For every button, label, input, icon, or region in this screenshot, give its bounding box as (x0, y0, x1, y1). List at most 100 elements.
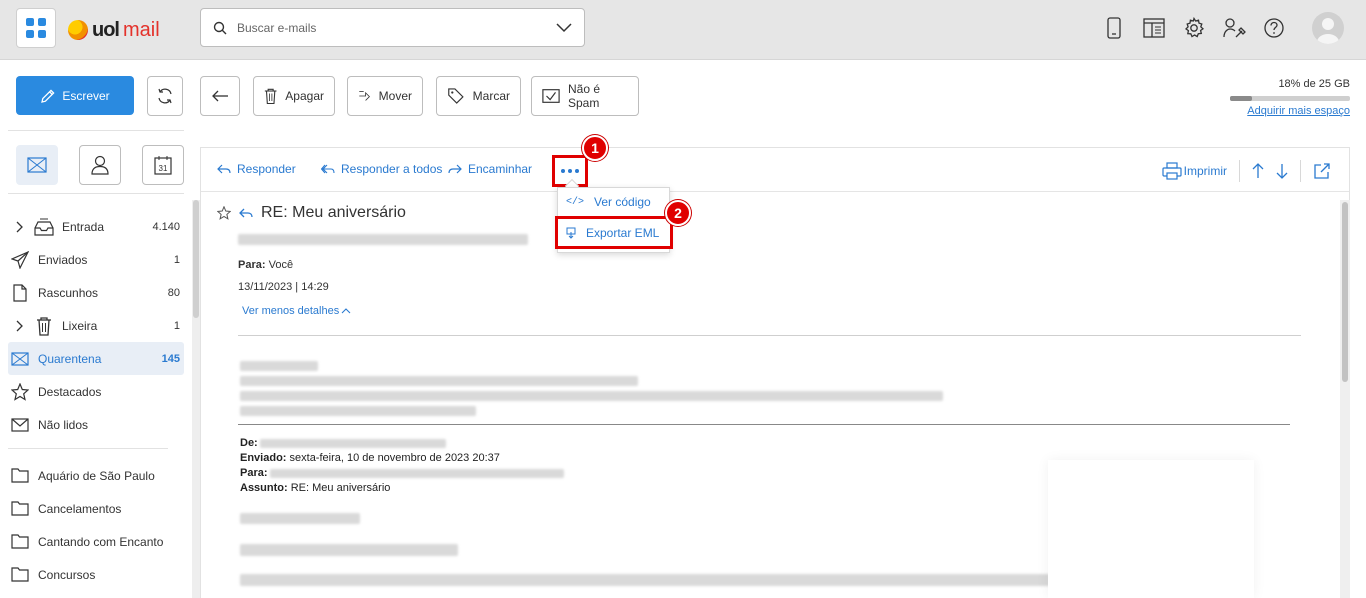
help-icon[interactable] (1262, 16, 1286, 40)
reply-all-button[interactable]: Responder a todos (321, 162, 442, 176)
export-eml-label: Exportar EML (586, 225, 660, 240)
logo-uol-text: uol (92, 18, 120, 41)
folder-starred[interactable]: Destacados (8, 375, 184, 408)
folder-label: Não lidos (38, 417, 89, 432)
code-icon: </> (566, 196, 585, 208)
body-redacted (240, 406, 476, 416)
custom-folder[interactable]: Concursos (8, 558, 184, 591)
folder-unread[interactable]: Não lidos (8, 408, 184, 441)
star-icon[interactable] (217, 206, 231, 220)
buy-more-space-link[interactable]: Adquirir mais espaço (1247, 105, 1350, 117)
recipient-line: Para: Você (238, 259, 293, 271)
folder-icon (10, 567, 30, 582)
custom-folder[interactable]: Cantando com Encanto (8, 525, 184, 558)
to-label: Para: (238, 259, 266, 271)
forward-label: Encaminhar (468, 162, 533, 176)
mark-button[interactable]: Marcar (436, 76, 521, 116)
more-dot (561, 169, 565, 173)
folder-count: 4.140 (152, 220, 180, 233)
refresh-button[interactable] (147, 76, 183, 116)
reply-all-icon (321, 164, 335, 174)
body-redacted (240, 513, 360, 524)
layout-icon[interactable] (1142, 16, 1166, 40)
folder-inbox[interactable]: Entrada 4.140 (8, 210, 184, 243)
compose-button[interactable]: Escrever (16, 76, 134, 115)
divider (8, 193, 184, 194)
folder-label: Cancelamentos (38, 501, 122, 516)
trash-icon (264, 88, 277, 105)
folder-trash[interactable]: Lixeira 1 (8, 309, 184, 342)
export-eml-item[interactable]: Exportar EML (555, 216, 673, 249)
folder-quarantine[interactable]: Quarentena 145 (8, 342, 184, 375)
body-redacted (240, 391, 943, 401)
not-spam-button[interactable]: Não é Spam (531, 76, 639, 116)
folder-icon (10, 468, 30, 483)
reply-label: Responder (237, 162, 296, 176)
arrow-down-icon[interactable] (1276, 163, 1288, 179)
compose-label: Escrever (62, 88, 110, 103)
folder-list: Entrada 4.140 Enviados 1 Rascunhos 80 Li… (8, 210, 184, 591)
uol-ball-icon (68, 20, 88, 40)
view-source-item[interactable]: </> Ver código (558, 188, 669, 216)
folder-label: Cantando com Encanto (38, 534, 164, 549)
search-box[interactable] (200, 8, 585, 47)
sender-redacted (238, 234, 528, 245)
scrollbar-thumb[interactable] (193, 200, 199, 318)
search-icon (213, 21, 227, 34)
custom-folder[interactable]: Aquário de São Paulo (8, 459, 184, 492)
quoted-subject-value: RE: Meu aniversário (290, 482, 391, 494)
open-external-icon[interactable] (1313, 162, 1331, 180)
quoted-from-redacted (259, 439, 446, 448)
folder-drafts[interactable]: Rascunhos 80 (8, 276, 184, 309)
reply-all-label: Responder a todos (341, 162, 443, 176)
folder-label: Concursos (38, 567, 96, 582)
folder-count: 145 (161, 352, 180, 365)
chevron-up-icon (341, 308, 351, 314)
forward-button[interactable]: Encaminhar (448, 162, 532, 176)
quota-text: 18% de 25 GB (1278, 78, 1350, 90)
tab-contacts[interactable] (79, 145, 121, 185)
folder-label: Entrada (62, 219, 105, 234)
mobile-icon[interactable] (1102, 16, 1126, 40)
message-datetime: 13/11/2023 | 14:29 (238, 281, 329, 293)
body-redacted (240, 574, 1050, 586)
print-button[interactable]: Imprimir (1162, 162, 1227, 180)
uol-mail-logo[interactable]: uol mail (68, 16, 160, 44)
message-scrollbar[interactable] (1340, 200, 1350, 598)
delete-label: Apagar (285, 89, 324, 103)
body-redacted (240, 376, 638, 386)
delete-button[interactable]: Apagar (253, 76, 335, 116)
folder-sent[interactable]: Enviados 1 (8, 243, 184, 276)
apps-grid-button[interactable] (16, 8, 56, 48)
folder-label: Rascunhos (38, 285, 99, 300)
reply-button[interactable]: Responder (217, 162, 296, 176)
tools-icon[interactable] (1222, 16, 1246, 40)
more-dot (575, 169, 579, 173)
avatar[interactable] (1312, 12, 1344, 44)
printer-icon (1162, 162, 1182, 180)
tab-calendar[interactable]: 31 (142, 145, 184, 185)
scrollbar-thumb[interactable] (1342, 202, 1348, 382)
top-bar: uol mail (0, 0, 1366, 60)
envelope-icon (10, 417, 30, 432)
less-details-link[interactable]: Ver menos detalhes (242, 305, 351, 317)
custom-folder[interactable]: Cancelamentos (8, 492, 184, 525)
download-icon (566, 227, 576, 239)
chevron-right-icon[interactable] (12, 221, 28, 233)
step-1-badge: 1 (582, 135, 608, 161)
chevron-right-icon[interactable] (12, 320, 28, 332)
message-right-actions: Imprimir (1162, 160, 1331, 182)
svg-text:31: 31 (159, 164, 168, 173)
move-label: Mover (378, 89, 412, 103)
folder-label: Aquário de São Paulo (38, 468, 155, 483)
back-button[interactable] (200, 76, 240, 116)
folder-scrollbar[interactable] (192, 200, 200, 598)
move-button[interactable]: Mover (347, 76, 423, 116)
search-input[interactable] (237, 20, 556, 35)
more-dot (568, 169, 572, 173)
chevron-down-icon[interactable] (556, 22, 572, 33)
gear-icon[interactable] (1182, 16, 1206, 40)
tab-mail[interactable] (16, 145, 58, 185)
apps-grid-icon (26, 18, 46, 38)
arrow-up-icon[interactable] (1252, 163, 1264, 179)
